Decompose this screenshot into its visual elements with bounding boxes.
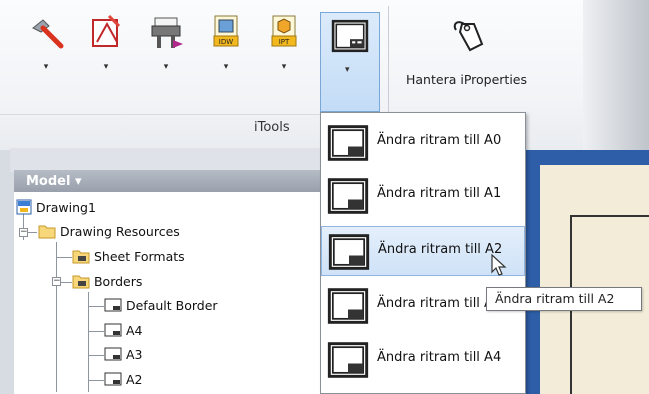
tree-line (56, 257, 72, 258)
tree-item-label: Borders (93, 274, 143, 289)
tree-line (88, 331, 104, 332)
tree-item-border[interactable]: A3 (104, 345, 143, 365)
drawing-pen-icon (92, 14, 121, 47)
tree-item-border[interactable]: Default Border (104, 296, 218, 316)
border-icon (104, 323, 122, 337)
model-browser-title[interactable]: Model ▾ (26, 174, 82, 189)
border-dropdown-menu: Ändra ritram till A0 Ändra ritram till A… (320, 112, 526, 394)
panel-label-itools: iTools (254, 120, 290, 135)
hammer-button[interactable]: ▾ (20, 10, 72, 76)
model-tree[interactable]: Drawing1 − Drawing Resources Sheet Forma… (14, 192, 320, 394)
tree-item-label: A3 (125, 347, 143, 362)
menu-item-label: Ändra ritram till A0 (377, 133, 502, 148)
menu-item-label: Ändra ritram till A1 (377, 186, 502, 201)
collapse-toggle[interactable]: − (19, 228, 28, 237)
mouse-cursor-icon (491, 254, 507, 276)
drawing-button[interactable]: ▾ (80, 10, 132, 76)
border-icon (104, 298, 122, 312)
tree-item-label: Sheet Formats (93, 249, 185, 264)
drawing-border-icon (327, 342, 369, 378)
menu-item-a1[interactable]: Ändra ritram till A1 (321, 171, 525, 221)
border-icon (104, 372, 122, 386)
export-ipt-button[interactable]: IPT ▾ (258, 10, 310, 76)
tree-line (88, 380, 104, 381)
drawing-border-icon (331, 19, 369, 53)
drawing-border-icon (327, 178, 369, 214)
dropdown-arrow: ▾ (281, 62, 287, 72)
tree-item-borders[interactable]: Borders (72, 272, 142, 292)
border-icon (104, 347, 122, 361)
drawing-border-icon (327, 288, 369, 324)
menu-item-label: Ändra ritram till A4 (377, 350, 502, 365)
dropdown-arrow: ▾ (43, 62, 49, 72)
dropdown-arrow: ▾ (163, 62, 169, 72)
hammer-icon (32, 19, 64, 49)
tooltip: Ändra ritram till A2 (486, 287, 642, 311)
manage-iproperties-button[interactable]: Hantera iProperties (398, 14, 548, 104)
drawing-border-icon (327, 125, 369, 161)
menu-item-a4[interactable]: Ändra ritram till A4 (321, 335, 525, 385)
menu-item-label: Ändra ritram till A2 (378, 242, 503, 257)
manage-iproperties-label: Hantera iProperties (406, 72, 527, 87)
export-idw-icon: IDW (213, 15, 239, 47)
export-idw-button[interactable]: IDW ▾ (200, 10, 252, 76)
tree-item-border[interactable]: A4 (104, 321, 143, 341)
tree-line (88, 355, 104, 356)
dropdown-arrow: ▾ (103, 62, 109, 72)
folder-icon (72, 275, 90, 289)
plotter-icon (151, 17, 183, 48)
tree-line (88, 292, 89, 392)
tree-item-drawing-resources[interactable]: Drawing Resources (38, 222, 180, 242)
dropdown-arrow[interactable]: ▾ (345, 65, 350, 75)
tag-icon (453, 21, 484, 52)
folder-icon (38, 225, 56, 239)
tree-line (56, 242, 57, 392)
export-ipt-icon: IPT (271, 15, 297, 47)
menu-item-label: Ändra ritram till A3 (377, 296, 502, 311)
plot-button[interactable]: ▾ (140, 10, 192, 76)
tree-item-label: Default Border (125, 298, 218, 313)
tree-item-label: A4 (125, 323, 143, 338)
collapse-toggle[interactable]: − (52, 277, 61, 286)
idw-badge: IDW (219, 38, 233, 46)
tree-line (88, 306, 104, 307)
menu-item-a0[interactable]: Ändra ritram till A0 (321, 118, 525, 168)
dropdown-arrow: ▾ (223, 62, 229, 72)
tree-item-label: Drawing Resources (59, 224, 180, 239)
tree-item-drawing1[interactable]: Drawing1 (16, 198, 96, 218)
drawing-file-icon (16, 199, 32, 215)
tree-item-sheet-formats[interactable]: Sheet Formats (72, 247, 185, 267)
tree-item-label: Drawing1 (35, 200, 96, 215)
change-border-button[interactable]: ▾ (320, 12, 380, 112)
tree-item-border[interactable]: A2 (104, 370, 143, 390)
browser-toolbar (10, 148, 320, 172)
folder-icon (72, 250, 90, 264)
tree-item-label: A2 (125, 372, 143, 387)
drawing-border-icon (328, 234, 370, 270)
ribbon-edge (583, 0, 649, 150)
ipt-badge: IPT (279, 38, 290, 46)
